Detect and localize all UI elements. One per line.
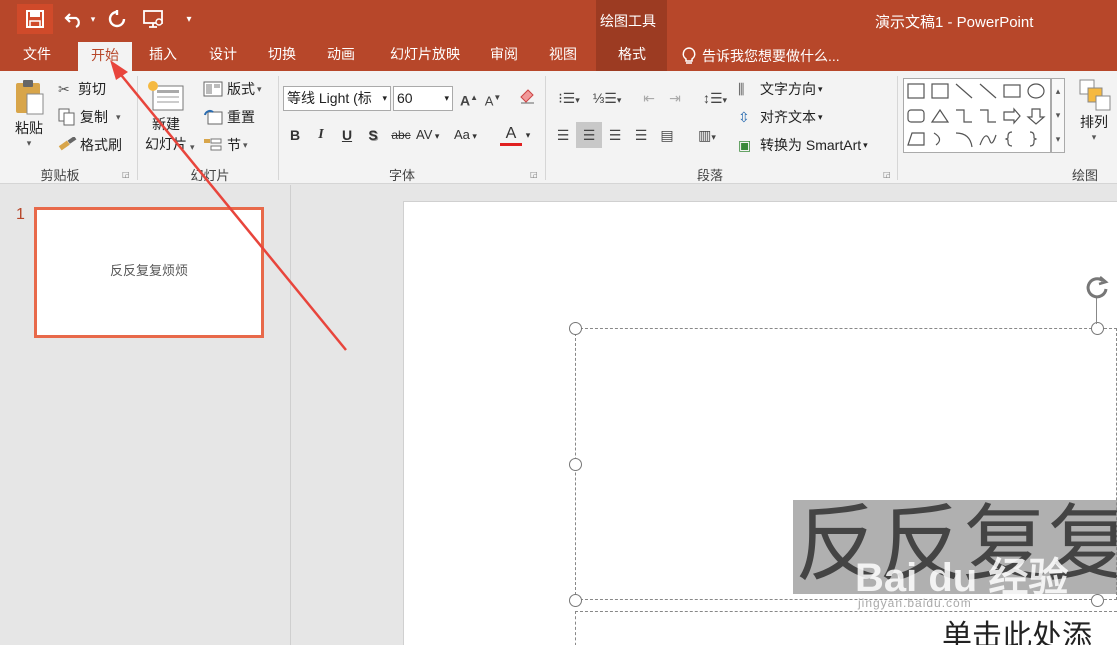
annotation-arrow bbox=[110, 60, 347, 351]
